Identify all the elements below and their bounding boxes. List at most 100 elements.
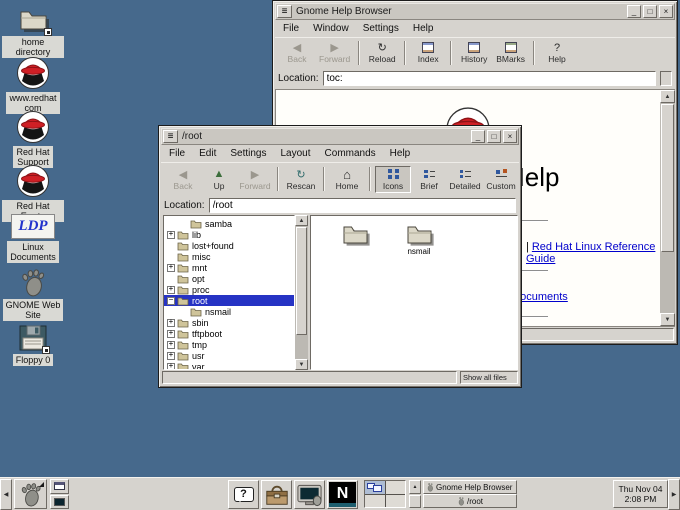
- rescan-button[interactable]: ↻ Rescan: [283, 166, 319, 193]
- tree-item-var[interactable]: var: [164, 361, 294, 370]
- redhat-logo-icon: [16, 164, 50, 198]
- reload-button[interactable]: ↻ Reload: [364, 39, 400, 66]
- folder-icon: [16, 6, 50, 34]
- window-menu-icon[interactable]: ≡: [163, 130, 178, 143]
- close-icon[interactable]: ×: [659, 5, 673, 18]
- tree-item-proc[interactable]: proc: [164, 284, 294, 295]
- close-icon[interactable]: ×: [503, 130, 517, 143]
- tree-item-lost-found[interactable]: lost+found: [164, 240, 294, 251]
- tree-item-root[interactable]: root: [164, 295, 294, 306]
- file-folder-item[interactable]: nsmail: [391, 222, 447, 256]
- custom-view-button[interactable]: Custom: [483, 166, 519, 193]
- expand-icon[interactable]: [167, 330, 175, 338]
- panel-hide-right-icon[interactable]: ▶: [668, 479, 680, 510]
- clock-applet[interactable]: Thu Nov 04 2:08 PM: [613, 480, 668, 508]
- back-button[interactable]: ◀ Back: [279, 39, 315, 66]
- desktop-icon-red-hat-support[interactable]: Red Hat Support: [2, 110, 64, 168]
- location-input[interactable]: [209, 198, 516, 213]
- help-window-titlebar[interactable]: ≡ Gnome Help Browser _ □ ×: [275, 3, 675, 20]
- reference-guide-link[interactable]: Red Hat Linux Reference Guide: [526, 241, 655, 265]
- file-window-titlebar[interactable]: ≡ /root _ □ ×: [161, 128, 519, 145]
- tree-item-tmp[interactable]: tmp: [164, 339, 294, 350]
- file-folder-item[interactable]: [327, 222, 383, 256]
- menu-help[interactable]: Help: [390, 148, 411, 159]
- expand-icon[interactable]: [167, 319, 175, 327]
- desktop-icon-gnome-web-site[interactable]: GNOME Web Site: [2, 268, 64, 321]
- forward-button[interactable]: ▶ Forward: [237, 166, 273, 193]
- menu-file[interactable]: File: [283, 23, 299, 34]
- desktop-icon-linux-documents[interactable]: LDP Linux Documents: [2, 214, 64, 263]
- active-workspace[interactable]: [365, 481, 385, 494]
- tree-item-opt[interactable]: opt: [164, 273, 294, 284]
- history-button[interactable]: History: [456, 39, 492, 66]
- main-menu-button[interactable]: [14, 479, 47, 509]
- minimize-icon[interactable]: _: [471, 130, 485, 143]
- forward-button[interactable]: ▶ Forward: [315, 39, 354, 66]
- minimize-icon[interactable]: _: [627, 5, 641, 18]
- icons-view-button[interactable]: Icons: [375, 166, 411, 193]
- tree-item-samba[interactable]: samba: [164, 218, 294, 229]
- menu-edit[interactable]: Edit: [199, 148, 216, 159]
- task-root[interactable]: /root: [423, 494, 517, 508]
- expand-icon[interactable]: [167, 286, 175, 294]
- netscape-n-icon: N: [329, 482, 356, 507]
- expand-icon[interactable]: [167, 352, 175, 360]
- menu-settings[interactable]: Settings: [363, 23, 399, 34]
- window-menu-icon[interactable]: ≡: [277, 5, 292, 18]
- brief-view-button[interactable]: Brief: [411, 166, 447, 193]
- tree-item-misc[interactable]: misc: [164, 251, 294, 262]
- menu-help[interactable]: Help: [413, 23, 434, 34]
- help-button[interactable]: ? Help: [539, 39, 575, 66]
- expand-icon[interactable]: [167, 231, 175, 239]
- desktop-icon-home-directory[interactable]: home directory: [2, 6, 64, 58]
- scroll-down-icon[interactable]: ▼: [660, 313, 675, 326]
- desktop-icon-floppy-0[interactable]: Floppy 0: [2, 324, 64, 366]
- tree-item-nsmail[interactable]: nsmail: [164, 306, 294, 317]
- config-tool-launcher-button[interactable]: [261, 480, 292, 509]
- menu-layout[interactable]: Layout: [281, 148, 311, 159]
- menu-window[interactable]: Window: [313, 23, 349, 34]
- panel-hide-left-icon[interactable]: ◀: [0, 479, 12, 510]
- bmarks-button[interactable]: BMarks: [492, 39, 529, 66]
- menu-settings[interactable]: Settings: [230, 148, 266, 159]
- tree-item-usr[interactable]: usr: [164, 350, 294, 361]
- desk-guide-pager[interactable]: [364, 480, 406, 508]
- documents-link[interactable]: documents: [514, 291, 568, 303]
- tree-item-lib[interactable]: lib: [164, 229, 294, 240]
- back-button[interactable]: ◀ Back: [165, 166, 201, 193]
- expand-icon[interactable]: [167, 363, 175, 371]
- tasklist-up-icon[interactable]: ▲: [409, 480, 421, 494]
- tree-item-sbin[interactable]: sbin: [164, 317, 294, 328]
- location-drop-button[interactable]: [660, 71, 672, 86]
- scrollbar-thumb[interactable]: [296, 227, 307, 335]
- menu-file[interactable]: File: [169, 148, 185, 159]
- expand-icon[interactable]: [167, 341, 175, 349]
- file-location-row: Location:: [161, 195, 519, 215]
- index-button[interactable]: Index: [410, 39, 446, 66]
- tasklist-menu-button[interactable]: [409, 495, 421, 509]
- location-input[interactable]: [323, 71, 656, 86]
- maximize-icon[interactable]: □: [487, 130, 501, 143]
- desktop-icon-www-redhat-com[interactable]: www.redhat com: [2, 56, 64, 114]
- scroll-up-icon[interactable]: ▲: [660, 90, 675, 103]
- home-button[interactable]: ⌂ Home: [329, 166, 365, 193]
- maximize-icon[interactable]: □: [643, 5, 657, 18]
- expand-icon[interactable]: [167, 264, 175, 272]
- help-vertical-scrollbar[interactable]: ▲ ▼: [660, 90, 675, 326]
- tree-item-mnt[interactable]: mnt: [164, 262, 294, 273]
- scroll-down-icon[interactable]: ▼: [295, 359, 308, 370]
- help-launcher-button[interactable]: ?: [228, 480, 259, 509]
- tree-vertical-scrollbar[interactable]: ▲ ▼: [295, 215, 308, 370]
- collapse-icon[interactable]: [167, 297, 175, 305]
- scroll-up-icon[interactable]: ▲: [295, 215, 308, 226]
- task-gnome-help-browser[interactable]: Gnome Help Browser: [423, 480, 517, 494]
- tree-item-tftpboot[interactable]: tftpboot: [164, 328, 294, 339]
- menu-commands[interactable]: Commands: [325, 148, 376, 159]
- up-button[interactable]: ▲ Up: [201, 166, 237, 193]
- detailed-view-button[interactable]: Detailed: [447, 166, 483, 193]
- mini-monitor-button[interactable]: [50, 495, 69, 510]
- mini-window-button[interactable]: [50, 479, 69, 494]
- netscape-launcher-button[interactable]: N: [327, 480, 358, 509]
- scrollbar-thumb[interactable]: [661, 104, 674, 252]
- terminal-launcher-button[interactable]: [294, 480, 325, 509]
